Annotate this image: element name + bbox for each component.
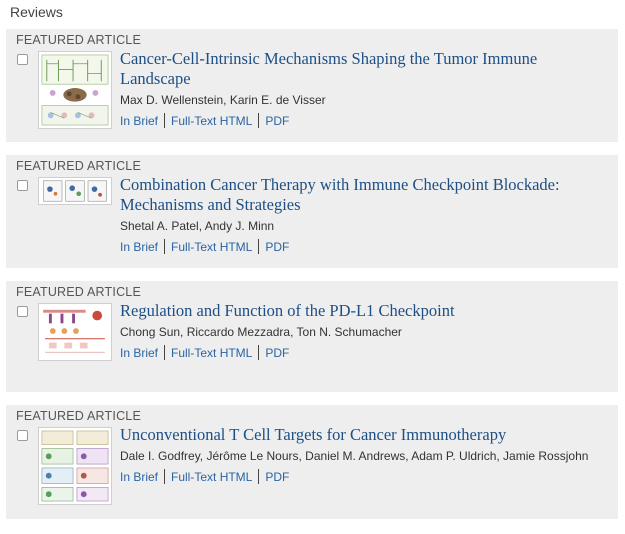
featured-label: FEATURED ARTICLE	[16, 159, 141, 173]
section-title: Reviews	[10, 4, 63, 20]
article-links: In Brief Full-Text HTML PDF	[120, 469, 610, 484]
select-checkbox[interactable]	[17, 54, 28, 65]
link-divider	[258, 345, 260, 360]
graphical-abstract-thumbnail[interactable]	[38, 427, 112, 505]
article-authors: Shetal A. Patel, Andy J. Minn	[120, 219, 275, 233]
link-divider	[258, 469, 260, 484]
article-card: FEATURED ARTICLE Regulation and Function…	[6, 281, 618, 392]
link-divider	[258, 113, 260, 128]
select-checkbox[interactable]	[17, 430, 28, 441]
pdf-link[interactable]: PDF	[265, 470, 289, 484]
graphical-abstract-thumbnail[interactable]	[38, 177, 112, 205]
article-authors: Chong Sun, Riccardo Mezzadra, Ton N. Sch…	[120, 325, 402, 339]
select-checkbox[interactable]	[17, 180, 28, 191]
full-text-html-link[interactable]: Full-Text HTML	[171, 240, 252, 254]
select-checkbox[interactable]	[17, 306, 28, 317]
article-title-link[interactable]: Combination Cancer Therapy with Immune C…	[120, 175, 610, 215]
link-divider	[258, 239, 260, 254]
article-title-link[interactable]: Regulation and Function of the PD-L1 Che…	[120, 301, 610, 321]
full-text-html-link[interactable]: Full-Text HTML	[171, 114, 252, 128]
pdf-link[interactable]: PDF	[265, 240, 289, 254]
article-card: FEATURED ARTICLE Unconventional T Cell T…	[6, 405, 618, 519]
in-brief-link[interactable]: In Brief	[120, 470, 158, 484]
link-divider	[164, 239, 166, 254]
pdf-link[interactable]: PDF	[265, 346, 289, 360]
full-text-html-link[interactable]: Full-Text HTML	[171, 470, 252, 484]
article-authors: Dale I. Godfrey, Jérôme Le Nours, Daniel…	[120, 449, 589, 463]
link-divider	[164, 469, 166, 484]
in-brief-link[interactable]: In Brief	[120, 240, 158, 254]
featured-label: FEATURED ARTICLE	[16, 409, 141, 423]
link-divider	[164, 113, 166, 128]
in-brief-link[interactable]: In Brief	[120, 114, 158, 128]
in-brief-link[interactable]: In Brief	[120, 346, 158, 360]
pdf-link[interactable]: PDF	[265, 114, 289, 128]
graphical-abstract-thumbnail[interactable]	[38, 303, 112, 361]
graphical-abstract-thumbnail[interactable]	[38, 51, 112, 129]
article-authors: Max D. Wellenstein, Karin E. de Visser	[120, 93, 326, 107]
article-links: In Brief Full-Text HTML PDF	[120, 113, 610, 128]
link-divider	[164, 345, 166, 360]
article-title-link[interactable]: Unconventional T Cell Targets for Cancer…	[120, 425, 610, 445]
featured-label: FEATURED ARTICLE	[16, 33, 141, 47]
full-text-html-link[interactable]: Full-Text HTML	[171, 346, 252, 360]
article-title-link[interactable]: Cancer-Cell-Intrinsic Mechanisms Shaping…	[120, 49, 610, 89]
article-card: FEATURED ARTICLE Combination Cancer Ther…	[6, 155, 618, 268]
featured-label: FEATURED ARTICLE	[16, 285, 141, 299]
article-links: In Brief Full-Text HTML PDF	[120, 239, 610, 254]
article-links: In Brief Full-Text HTML PDF	[120, 345, 610, 360]
article-card: FEATURED ARTICLE Cancer-Cell-Intrinsic M…	[6, 29, 618, 142]
